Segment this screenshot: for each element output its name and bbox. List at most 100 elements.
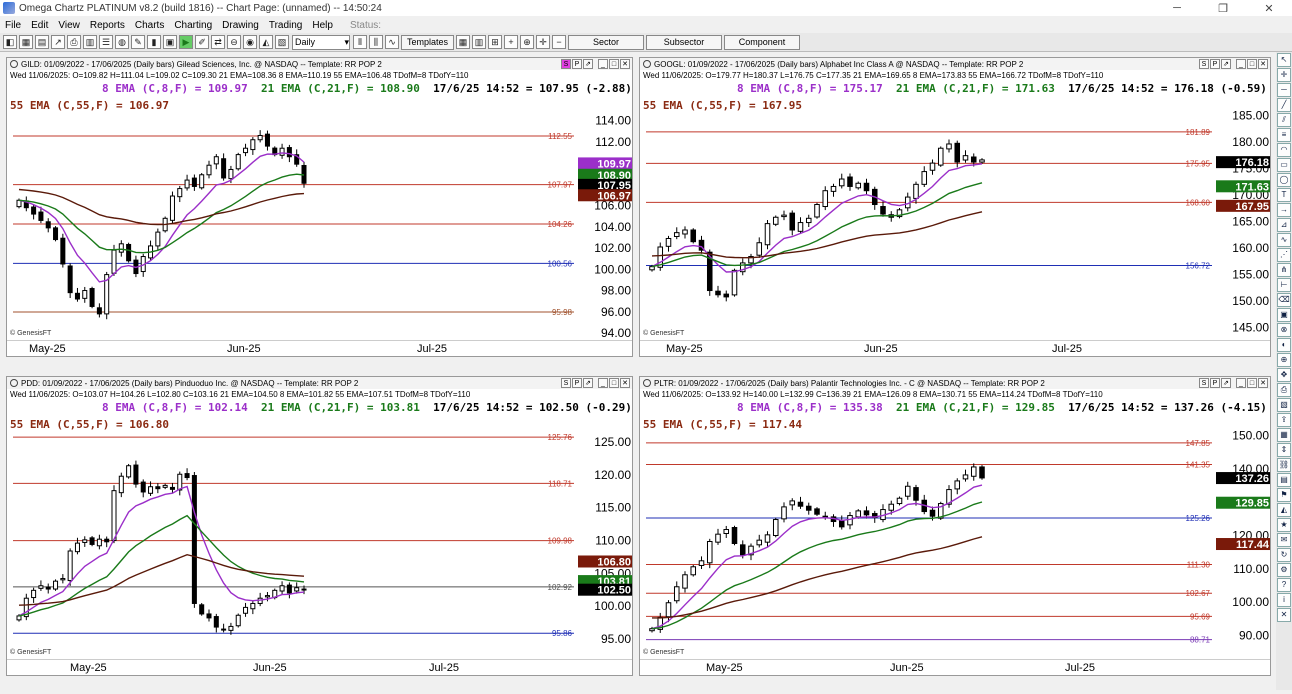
period-select[interactable]: Daily ▾ — [292, 34, 350, 50]
subsector-button[interactable]: Subsector — [646, 34, 723, 50]
candle[interactable] — [38, 211, 44, 221]
candle[interactable] — [96, 307, 102, 315]
candle[interactable] — [213, 616, 219, 628]
candle[interactable] — [946, 143, 952, 150]
arc-icon[interactable]: ◠ — [1277, 143, 1291, 157]
candle[interactable] — [970, 156, 977, 163]
save-icon[interactable]: ▧ — [1277, 398, 1291, 412]
menu-trading[interactable]: Trading — [264, 20, 308, 31]
candle[interactable] — [82, 539, 88, 543]
expand-icon[interactable]: ⊕ — [520, 35, 535, 49]
globe-icon[interactable]: ◍ — [115, 35, 129, 49]
candle[interactable] — [177, 473, 183, 491]
pan-icon[interactable]: ✥ — [1277, 368, 1291, 382]
candle[interactable] — [855, 510, 862, 518]
candle[interactable] — [286, 584, 292, 594]
price-chart[interactable]: 150.00140.00130.00120.00110.00100.0090.0… — [640, 377, 1271, 660]
candle[interactable] — [235, 614, 241, 627]
trendline-icon[interactable]: ╱ — [1277, 98, 1291, 112]
compare-icon[interactable]: ⇄ — [211, 35, 225, 49]
candle[interactable] — [954, 480, 961, 490]
candle[interactable] — [96, 538, 102, 547]
candle[interactable] — [118, 475, 124, 494]
refresh-icon[interactable]: ↻ — [1277, 548, 1291, 562]
grid-icon[interactable]: ▦ — [1277, 428, 1291, 442]
menu-charting[interactable]: Charting — [169, 20, 217, 31]
candle[interactable] — [838, 178, 845, 187]
candle[interactable] — [67, 550, 73, 582]
minimize-button[interactable]: ─ — [1154, 2, 1200, 15]
candle[interactable] — [243, 606, 249, 614]
chart-panel-pdd[interactable]: PDD: 01/09/2022 - 17/06/2025 (Daily bars… — [6, 376, 633, 676]
menu-file[interactable]: File — [0, 20, 26, 31]
candle[interactable] — [863, 182, 870, 192]
candle[interactable] — [682, 229, 688, 235]
candle[interactable] — [89, 288, 95, 307]
component-button[interactable]: Component — [724, 34, 801, 50]
candle[interactable] — [74, 542, 80, 553]
candle[interactable] — [45, 221, 51, 229]
candle[interactable] — [31, 206, 37, 215]
candle[interactable] — [184, 179, 190, 189]
candle[interactable] — [126, 465, 132, 478]
candle[interactable] — [723, 529, 730, 535]
record-icon[interactable]: ◉ — [243, 35, 257, 49]
tile-icon[interactable]: ▤ — [35, 35, 49, 49]
price-chart[interactable]: 185.00180.00175.00170.00165.00160.00155.… — [640, 58, 1271, 341]
candle[interactable] — [169, 486, 175, 490]
candle[interactable] — [772, 519, 779, 537]
price-chart[interactable]: 125.00120.00115.00110.00105.00100.0095.0… — [7, 377, 633, 660]
candle[interactable] — [104, 538, 110, 543]
candle[interactable] — [228, 625, 234, 631]
candle[interactable] — [888, 503, 895, 511]
candle[interactable] — [89, 537, 95, 545]
zoom-icon[interactable]: ↗ — [51, 35, 65, 49]
candle[interactable] — [228, 168, 234, 180]
candle[interactable] — [250, 602, 256, 610]
candle[interactable] — [264, 133, 270, 147]
candle[interactable] — [863, 510, 870, 516]
candle[interactable] — [206, 164, 212, 176]
flag-icon[interactable]: ⚑ — [1277, 488, 1291, 502]
open-icon[interactable]: ◧ — [3, 35, 17, 49]
candle[interactable] — [731, 527, 738, 544]
candle[interactable] — [184, 473, 190, 479]
layout-icon[interactable]: ▤ — [1277, 473, 1291, 487]
candle[interactable] — [731, 269, 738, 296]
candle[interactable] — [16, 615, 22, 621]
candle[interactable] — [822, 190, 829, 208]
candle[interactable] — [45, 586, 51, 590]
candle[interactable] — [111, 249, 117, 274]
candle[interactable] — [805, 217, 812, 224]
note-icon[interactable]: ✉ — [1277, 533, 1291, 547]
cycle-icon[interactable]: ∿ — [1277, 233, 1291, 247]
bars-icon[interactable]: ⫴ — [353, 35, 367, 49]
arrow-icon[interactable]: → — [1277, 203, 1291, 217]
candle[interactable] — [213, 156, 219, 165]
chart-icon[interactable]: ▮ — [147, 35, 161, 49]
candle[interactable] — [74, 292, 80, 300]
crosshair-icon[interactable]: ✛ — [536, 35, 551, 49]
candle[interactable] — [155, 231, 161, 247]
crosshair-icon[interactable]: ✛ — [1277, 68, 1291, 82]
candle[interactable] — [789, 212, 796, 231]
candle[interactable] — [904, 485, 911, 497]
candle[interactable] — [913, 487, 919, 501]
speed-icon[interactable]: ⋰ — [1277, 248, 1291, 262]
layout-icon[interactable]: ▦ — [19, 35, 33, 49]
candle[interactable] — [60, 237, 66, 265]
candle[interactable] — [979, 159, 985, 163]
magnet-icon[interactable]: ⊗ — [1277, 323, 1291, 337]
candle[interactable] — [814, 204, 820, 218]
candle[interactable] — [764, 534, 771, 543]
candle[interactable] — [250, 139, 256, 151]
candle[interactable] — [789, 500, 796, 506]
gann-icon[interactable]: ⊿ — [1277, 218, 1291, 232]
zoom-icon[interactable]: ⊕ — [1277, 353, 1291, 367]
candle[interactable] — [797, 222, 804, 232]
candle[interactable] — [169, 195, 175, 221]
candle[interactable] — [954, 142, 961, 163]
candle[interactable] — [140, 481, 146, 493]
stop-icon[interactable]: ⊖ — [227, 35, 241, 49]
candle[interactable] — [723, 293, 730, 298]
